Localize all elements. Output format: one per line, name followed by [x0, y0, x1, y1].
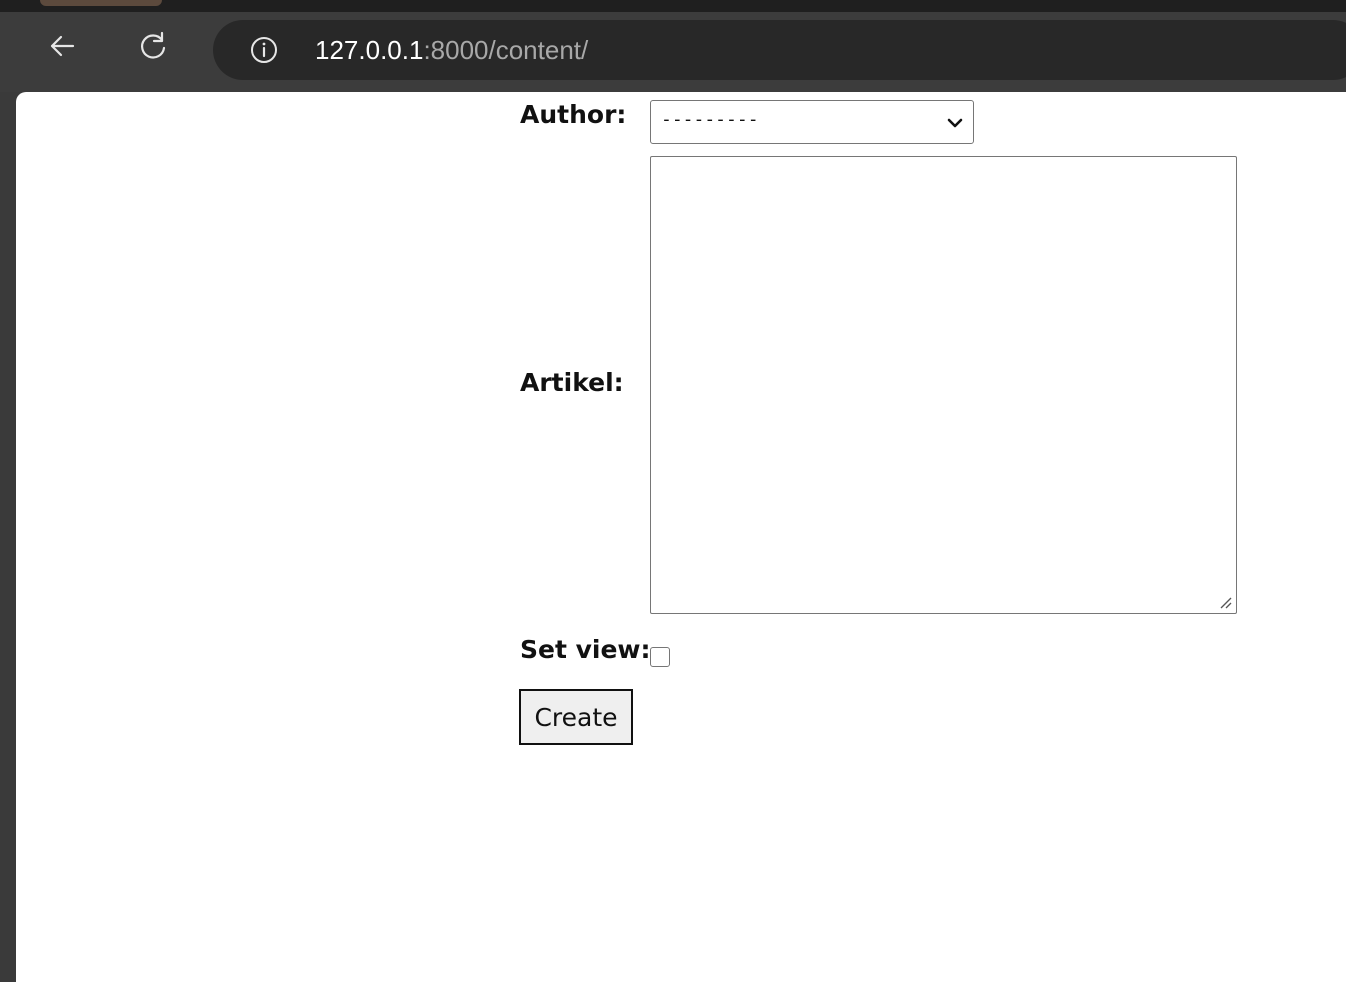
arrow-left-icon — [50, 35, 75, 57]
author-selected-value: --------- — [661, 109, 759, 130]
create-button[interactable]: Create — [519, 689, 633, 745]
author-select[interactable]: --------- — [650, 100, 974, 144]
info-icon[interactable] — [249, 35, 279, 65]
set-view-label: Set view: — [520, 635, 651, 664]
set-view-checkbox[interactable] — [650, 647, 670, 667]
tab-strip — [0, 0, 1346, 12]
url-path: :8000/content/ — [423, 35, 589, 65]
chevron-down-icon — [947, 118, 963, 128]
browser-toolbar: 127.0.0.1:8000/content/ — [0, 12, 1346, 92]
browser-tab[interactable] — [40, 0, 162, 6]
back-button[interactable] — [42, 26, 82, 66]
url-host: 127.0.0.1 — [315, 35, 424, 65]
url-text[interactable]: 127.0.0.1:8000/content/ — [315, 34, 588, 66]
author-label: Author: — [520, 100, 627, 129]
reload-icon — [141, 31, 166, 59]
artikel-label: Artikel: — [520, 368, 624, 397]
reload-button[interactable] — [133, 26, 173, 66]
artikel-textarea[interactable] — [650, 156, 1237, 614]
page-content: Author: --------- Artikel: Set view: Cre… — [16, 92, 1346, 982]
resize-grip-icon[interactable] — [1217, 594, 1233, 610]
address-bar[interactable]: 127.0.0.1:8000/content/ — [213, 20, 1346, 80]
